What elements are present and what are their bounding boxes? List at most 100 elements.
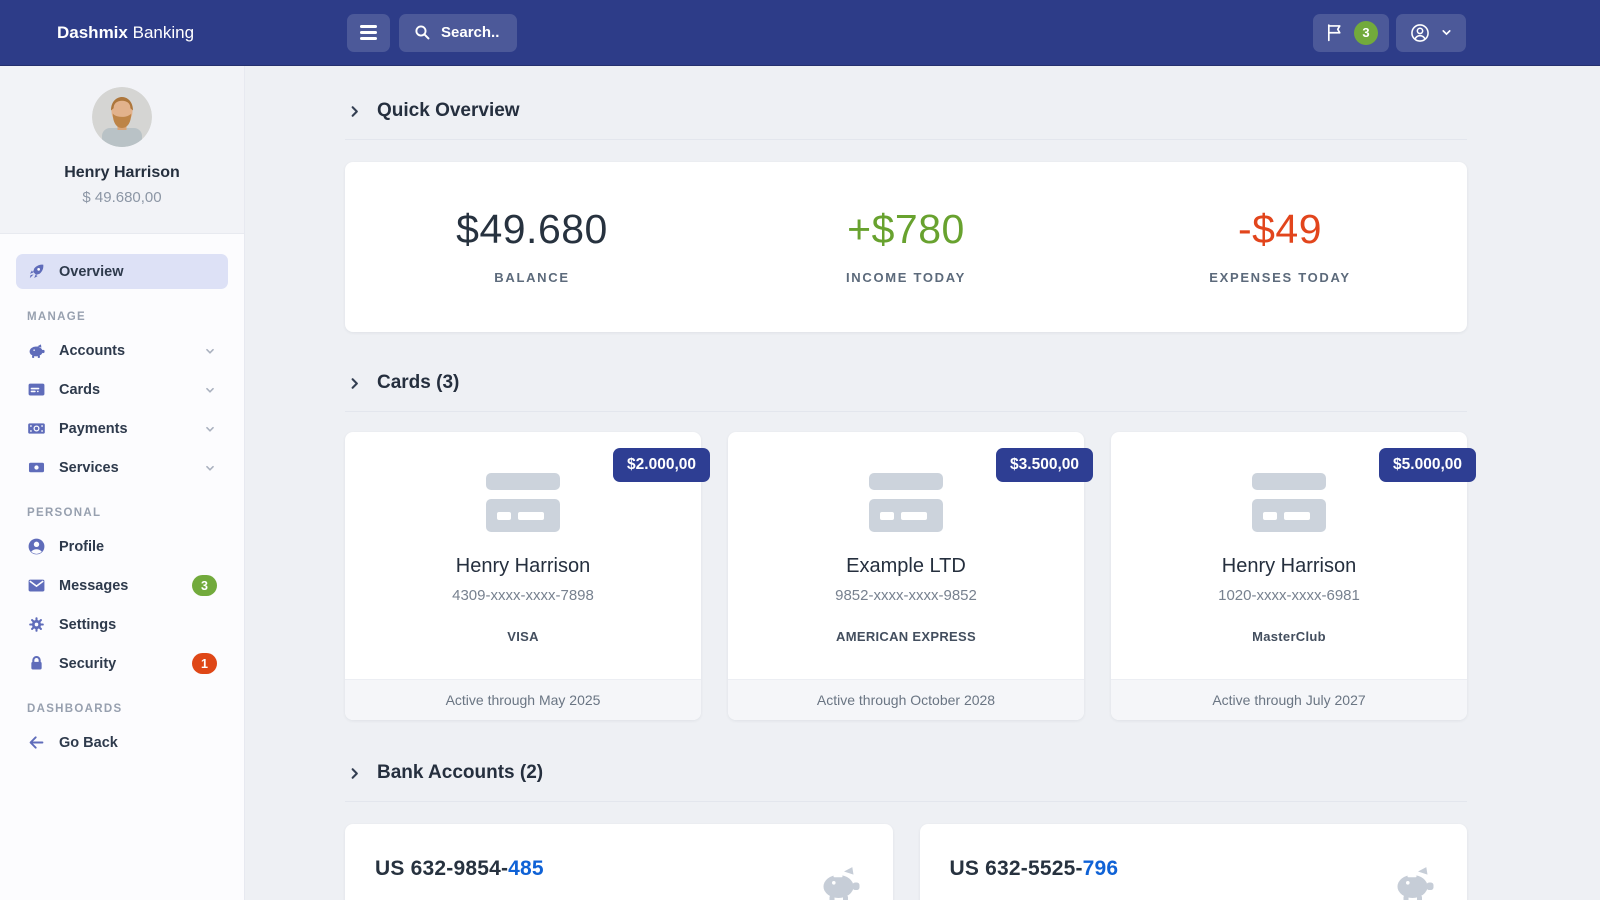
sidebar-item-label: Payments — [59, 421, 128, 437]
envelope-icon — [27, 576, 46, 595]
sidebar-section-dashboards: DASHBOARDS — [16, 685, 228, 725]
sidebar-nav: Overview MANAGE Accounts Cards Payments — [0, 234, 244, 760]
avatar[interactable] — [92, 87, 152, 147]
sidebar-profile: Henry Harrison $ 49.680,00 — [0, 66, 244, 234]
notifications-button[interactable]: 3 — [1313, 14, 1389, 52]
app-logo[interactable]: Dashmix Banking — [0, 23, 245, 43]
bank-account-card[interactable]: US 632-5525-796 — [920, 824, 1468, 900]
stat-value: -$49 — [1093, 206, 1467, 253]
stat-value: +$780 — [719, 206, 1093, 253]
card-active-through: Active through October 2028 — [728, 679, 1084, 720]
search-label: Search.. — [441, 24, 499, 41]
cards-grid: $2.000,00 Henry Harrison 4309-xxxx-xxxx-… — [345, 432, 1467, 720]
sidebar-item-overview[interactable]: Overview — [16, 254, 228, 289]
sidebar-item-messages[interactable]: Messages 3 — [16, 568, 228, 603]
flag-icon — [1324, 22, 1345, 43]
accounts-grid: US 632-9854-485 US 632-5525-796 — [345, 824, 1467, 900]
rocket-icon — [27, 262, 46, 281]
top-navbar: Dashmix Banking Search.. 3 — [0, 0, 1600, 66]
stat-expenses: -$49 EXPENSES TODAY — [1093, 206, 1467, 285]
card-active-through: Active through July 2027 — [1111, 679, 1467, 720]
lock-icon — [27, 654, 46, 673]
sidebar-item-label: Accounts — [59, 343, 125, 359]
credit-card-icon — [27, 380, 46, 399]
user-circle-icon — [1409, 22, 1431, 44]
card-brand: VISA — [345, 629, 701, 644]
sidebar-item-payments[interactable]: Payments — [16, 411, 228, 446]
stats-card: $49.680 BALANCE +$780 INCOME TODAY -$49 … — [345, 162, 1467, 332]
sidebar-item-go-back[interactable]: Go Back — [16, 725, 228, 760]
sidebar-section-personal: PERSONAL — [16, 489, 228, 529]
cards-section: Cards (3) $2.000,00 Henry Harrison 4309-… — [345, 372, 1467, 720]
search-icon — [414, 24, 431, 41]
section-header: Cards (3) — [345, 372, 1467, 412]
piggy-bank-icon — [27, 341, 46, 360]
sidebar-item-label: Overview — [59, 264, 124, 280]
card-number: 9852-xxxx-xxxx-9852 — [728, 587, 1084, 604]
stat-label: BALANCE — [345, 270, 719, 285]
stat-balance: $49.680 BALANCE — [345, 206, 719, 285]
chevron-down-icon — [203, 383, 217, 397]
sidebar-item-profile[interactable]: Profile — [16, 529, 228, 564]
sidebar-item-label: Services — [59, 460, 119, 476]
card-holder: Henry Harrison — [1111, 555, 1467, 578]
account-number-suffix: 485 — [508, 857, 544, 880]
cash-icon — [27, 458, 46, 477]
card-active-through: Active through May 2025 — [345, 679, 701, 720]
security-count-badge: 1 — [192, 653, 217, 674]
brand-regular: Banking — [133, 23, 194, 42]
stat-income: +$780 INCOME TODAY — [719, 206, 1093, 285]
main-content: Quick Overview $49.680 BALANCE +$780 INC… — [245, 66, 1600, 900]
stat-label: INCOME TODAY — [719, 270, 1093, 285]
quick-overview-section: Quick Overview $49.680 BALANCE +$780 INC… — [345, 100, 1467, 332]
section-title: Cards (3) — [377, 372, 459, 394]
credit-card-tile[interactable]: $2.000,00 Henry Harrison 4309-xxxx-xxxx-… — [345, 432, 701, 720]
credit-card-tile[interactable]: $3.500,00 Example LTD 9852-xxxx-xxxx-985… — [728, 432, 1084, 720]
account-number-prefix: US 632-9854- — [375, 857, 508, 880]
stat-value: $49.680 — [345, 206, 719, 253]
card-amount-badge: $2.000,00 — [613, 448, 710, 482]
chevron-down-icon — [203, 422, 217, 436]
stat-label: EXPENSES TODAY — [1093, 270, 1467, 285]
arrow-left-icon — [27, 733, 46, 752]
sidebar-item-label: Go Back — [59, 735, 118, 751]
sidebar-section-manage: MANAGE — [16, 293, 228, 333]
sidebar-item-label: Messages — [59, 578, 128, 594]
gear-icon — [27, 615, 46, 634]
brand-bold: Dashmix — [57, 23, 128, 42]
bank-accounts-section: Bank Accounts (2) US 632-9854-485 US 632… — [345, 762, 1467, 900]
section-header: Bank Accounts (2) — [345, 762, 1467, 802]
bank-account-card[interactable]: US 632-9854-485 — [345, 824, 893, 900]
user-menu-button[interactable] — [1396, 14, 1466, 52]
chevron-down-icon — [203, 461, 217, 475]
sidebar: Henry Harrison $ 49.680,00 Overview MANA… — [0, 66, 245, 900]
notifications-count-badge: 3 — [1354, 21, 1378, 45]
sidebar-item-cards[interactable]: Cards — [16, 372, 228, 407]
credit-card-tile[interactable]: $5.000,00 Henry Harrison 1020-xxxx-xxxx-… — [1111, 432, 1467, 720]
user-name: Henry Harrison — [0, 164, 244, 182]
sidebar-toggle-button[interactable] — [347, 14, 390, 52]
sidebar-item-services[interactable]: Services — [16, 450, 228, 485]
sidebar-item-accounts[interactable]: Accounts — [16, 333, 228, 368]
section-title: Bank Accounts (2) — [377, 762, 543, 784]
search-button[interactable]: Search.. — [399, 14, 517, 52]
sidebar-item-security[interactable]: Security 1 — [16, 646, 228, 681]
card-brand: MasterClub — [1111, 629, 1467, 644]
chevron-right-icon — [347, 376, 362, 391]
credit-card-graphic — [1252, 473, 1326, 532]
card-amount-badge: $3.500,00 — [996, 448, 1093, 482]
user-circle-icon — [27, 537, 46, 556]
card-number: 4309-xxxx-xxxx-7898 — [345, 587, 701, 604]
credit-card-graphic — [486, 473, 560, 532]
sidebar-item-label: Security — [59, 656, 116, 672]
sidebar-item-label: Settings — [59, 617, 116, 633]
card-holder: Example LTD — [728, 555, 1084, 578]
messages-count-badge: 3 — [192, 575, 217, 596]
chevron-right-icon — [347, 766, 362, 781]
account-number: US 632-5525-796 — [950, 852, 1119, 881]
piggy-bank-icon — [819, 864, 863, 900]
chevron-down-icon — [1440, 26, 1453, 39]
card-holder: Henry Harrison — [345, 555, 701, 578]
sidebar-item-label: Cards — [59, 382, 100, 398]
sidebar-item-settings[interactable]: Settings — [16, 607, 228, 642]
